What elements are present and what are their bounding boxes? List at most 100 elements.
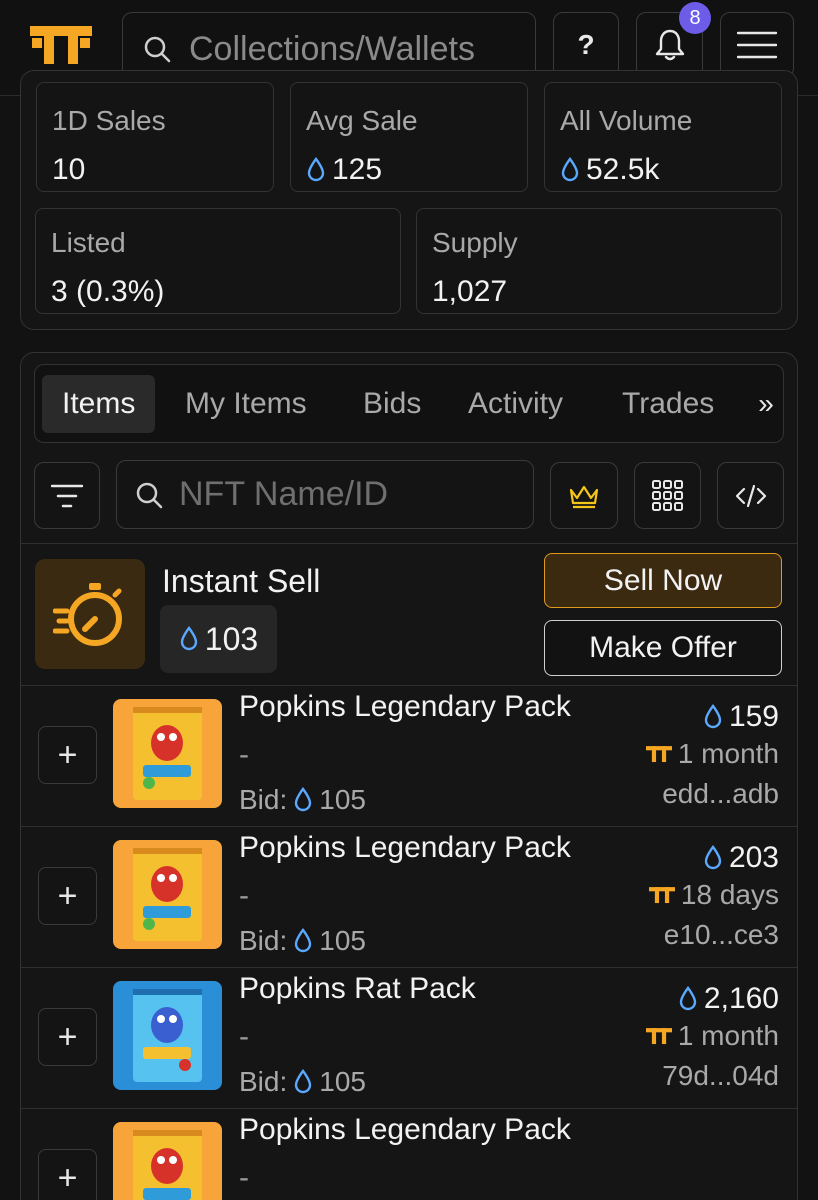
divider — [21, 543, 797, 544]
stat-label: Supply — [432, 227, 518, 258]
tab-bar: Items My Items Bids Activity Trades » — [34, 364, 784, 443]
sol-drop-icon — [679, 986, 697, 1011]
menu-icon — [737, 31, 777, 59]
price-value: 159 — [728, 700, 779, 733]
item-subtitle: - — [239, 1161, 249, 1194]
sol-drop-icon — [295, 1069, 312, 1094]
nft-thumbnail[interactable] — [113, 840, 222, 949]
bid-label: Bid: — [239, 925, 288, 956]
tabs-scroll-right-button[interactable]: » — [747, 375, 783, 433]
price-value: 2,160 — [703, 982, 779, 1015]
add-to-cart-button[interactable]: + — [38, 1149, 97, 1200]
listed-time-text: 1 month — [677, 1020, 779, 1051]
list-item[interactable]: + Popkins Legendary Pack - Bid: 105 159 … — [21, 686, 797, 827]
stat-value: 52.5k — [560, 153, 659, 187]
item-subtitle: - — [239, 738, 249, 771]
tab-my-items[interactable]: My Items — [185, 375, 307, 433]
item-listed-time: 1 month — [645, 738, 779, 770]
nft-thumbnail[interactable] — [113, 981, 222, 1090]
pack-image-icon — [113, 1122, 222, 1200]
search-icon — [144, 36, 171, 63]
sol-drop-icon — [295, 787, 312, 812]
stat-avg-sale: Avg Sale 125 — [290, 82, 528, 192]
stat-label: Listed — [51, 227, 126, 258]
stat-value: 125 — [306, 153, 382, 187]
grid-icon — [651, 479, 683, 511]
code-icon — [735, 484, 766, 507]
item-bid: Bid: 105 — [239, 1066, 366, 1098]
tab-trades[interactable]: Trades — [622, 375, 714, 433]
item-name[interactable]: Popkins Rat Pack — [239, 972, 476, 1006]
grid-view-button[interactable] — [634, 462, 701, 529]
stat-value: 10 — [52, 153, 85, 187]
sol-drop-icon — [295, 928, 312, 953]
list-item[interactable]: + Popkins Legendary Pack - Bid: 105 203 … — [21, 827, 797, 968]
item-subtitle: - — [239, 1020, 249, 1053]
add-to-cart-button[interactable]: + — [38, 1008, 97, 1066]
stat-supply: Supply 1,027 — [416, 208, 782, 314]
bell-icon — [655, 29, 684, 61]
sol-drop-icon — [307, 157, 325, 182]
help-button[interactable]: ? — [553, 12, 619, 78]
stat-label: Avg Sale — [306, 105, 418, 136]
nft-thumbnail[interactable] — [113, 1122, 222, 1200]
filter-button[interactable] — [34, 462, 100, 529]
nft-search-input[interactable]: NFT Name/ID — [116, 460, 534, 529]
list-item[interactable]: + Popkins Legendary Pack - — [21, 1109, 797, 1200]
sol-drop-icon — [704, 704, 722, 729]
item-seller[interactable]: e10...ce3 — [664, 919, 779, 951]
stat-listed: Listed 3 (0.3%) — [35, 208, 401, 314]
tensor-logo-icon[interactable] — [30, 26, 92, 66]
pack-image-icon — [113, 981, 222, 1090]
crown-icon — [569, 485, 599, 508]
nft-thumbnail[interactable] — [113, 699, 222, 808]
stat-value-text: 1,027 — [432, 275, 508, 308]
notification-count-badge: 8 — [679, 2, 711, 34]
stat-value-text: 125 — [332, 153, 383, 186]
nft-search-placeholder: NFT Name/ID — [179, 475, 389, 513]
list-item[interactable]: + Popkins Rat Pack - Bid: 105 2,160 1 mo… — [21, 968, 797, 1109]
tab-items[interactable]: Items — [42, 375, 156, 433]
stat-value-text: 3 (0.3%) — [51, 275, 165, 308]
add-to-cart-button[interactable]: + — [38, 867, 97, 925]
bid-value: 105 — [319, 925, 366, 956]
price-value: 203 — [728, 841, 779, 874]
tab-activity[interactable]: Activity — [468, 375, 563, 433]
tensor-logo-icon — [648, 886, 675, 903]
item-price: 159 — [703, 700, 779, 734]
instant-sell-price: 103 — [160, 605, 277, 673]
item-listed-time: 18 days — [648, 879, 779, 911]
search-icon — [136, 482, 163, 508]
stat-value: 1,027 — [432, 275, 507, 309]
sol-drop-icon — [704, 845, 722, 870]
item-name[interactable]: Popkins Legendary Pack — [239, 1113, 571, 1147]
stat-all-volume: All Volume 52.5k — [544, 82, 782, 192]
embed-code-button[interactable] — [717, 462, 784, 529]
item-price: 203 — [703, 841, 779, 875]
stat-1d-sales: 1D Sales 10 — [36, 82, 274, 192]
item-name[interactable]: Popkins Legendary Pack — [239, 831, 571, 865]
item-bid: Bid: 105 — [239, 784, 366, 816]
bid-value: 105 — [319, 784, 366, 815]
bid-label: Bid: — [239, 784, 288, 815]
instant-sell-price-value: 103 — [204, 620, 259, 657]
tab-bids[interactable]: Bids — [363, 375, 421, 433]
listed-time-text: 18 days — [680, 879, 779, 910]
pack-image-icon — [113, 840, 222, 949]
item-seller[interactable]: 79d...04d — [662, 1060, 779, 1092]
add-to-cart-button[interactable]: + — [38, 726, 97, 784]
tensor-logo-icon — [645, 1027, 672, 1044]
make-offer-button[interactable]: Make Offer — [544, 620, 782, 676]
item-seller[interactable]: edd...adb — [662, 778, 779, 810]
sell-now-button[interactable]: Sell Now — [544, 553, 782, 608]
search-placeholder: Collections/Wallets — [189, 29, 475, 68]
hamburger-menu-button[interactable] — [720, 12, 794, 78]
sol-drop-icon — [561, 157, 579, 182]
item-name[interactable]: Popkins Legendary Pack — [239, 690, 571, 724]
rarity-toggle-button[interactable] — [550, 462, 618, 529]
stopwatch-icon — [53, 583, 122, 646]
item-bid: Bid: 105 — [239, 925, 366, 957]
instant-sell-icon-tile — [35, 559, 145, 669]
filter-icon — [51, 484, 83, 507]
item-subtitle: - — [239, 879, 249, 912]
